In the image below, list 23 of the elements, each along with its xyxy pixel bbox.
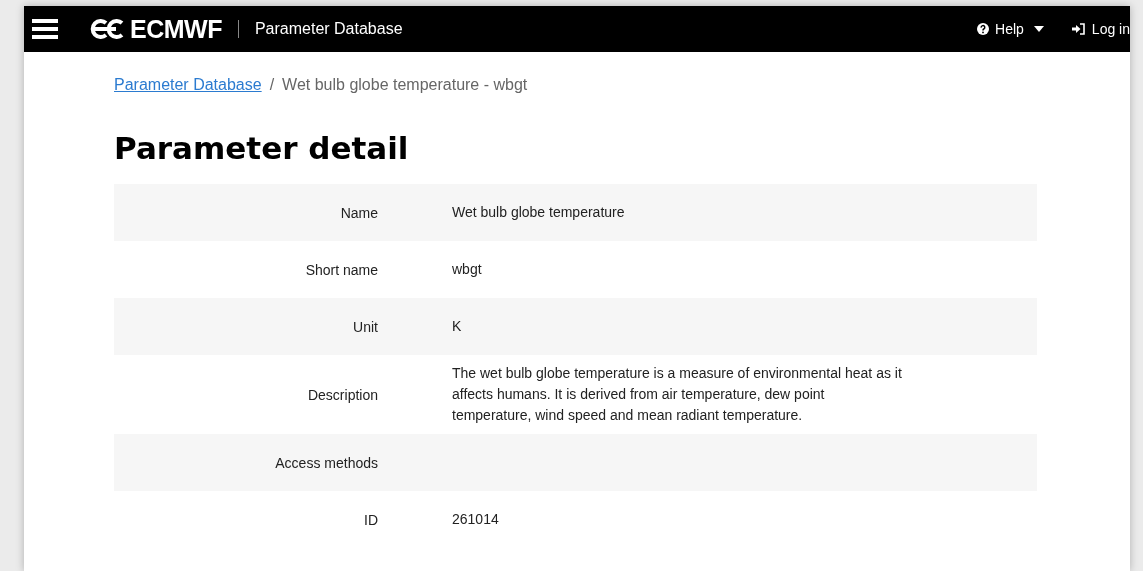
field-value: 261014 [452,510,500,529]
menu-icon[interactable] [32,18,58,40]
field-label: ID [363,511,378,528]
page-heading: Parameter detail [114,130,410,166]
field-value: K [452,317,463,336]
help-menu[interactable]: Help [977,21,1044,37]
breadcrumb-link[interactable]: Parameter Database [114,76,262,94]
app-title[interactable]: Parameter Database [254,20,403,38]
field-label: Name [339,204,378,221]
caret-icon [1033,26,1044,32]
field-value: Wet bulb globe temperature [452,203,626,222]
help-icon [977,23,990,35]
field-label: Short name [304,261,378,278]
breadcrumb-separator: / [269,76,275,94]
field-label: Access methods [274,454,378,471]
field-value: wbgt [452,260,483,279]
login-link[interactable]: Log in [1071,21,1130,37]
sign-in-icon [1071,23,1086,35]
breadcrumb-current: Wet bulb globe temperature - wbgt [282,76,528,94]
logo-text[interactable]: ECMWF [130,14,222,44]
field-value: The wet bulb globe temperature is a measure of environmental heat as it affects humans. It is derived from air temperature, dew point temperature, wind speed and mean radiant temperature. [452,364,903,425]
field-label: Unit [352,318,378,335]
field-label: Description [306,386,378,403]
